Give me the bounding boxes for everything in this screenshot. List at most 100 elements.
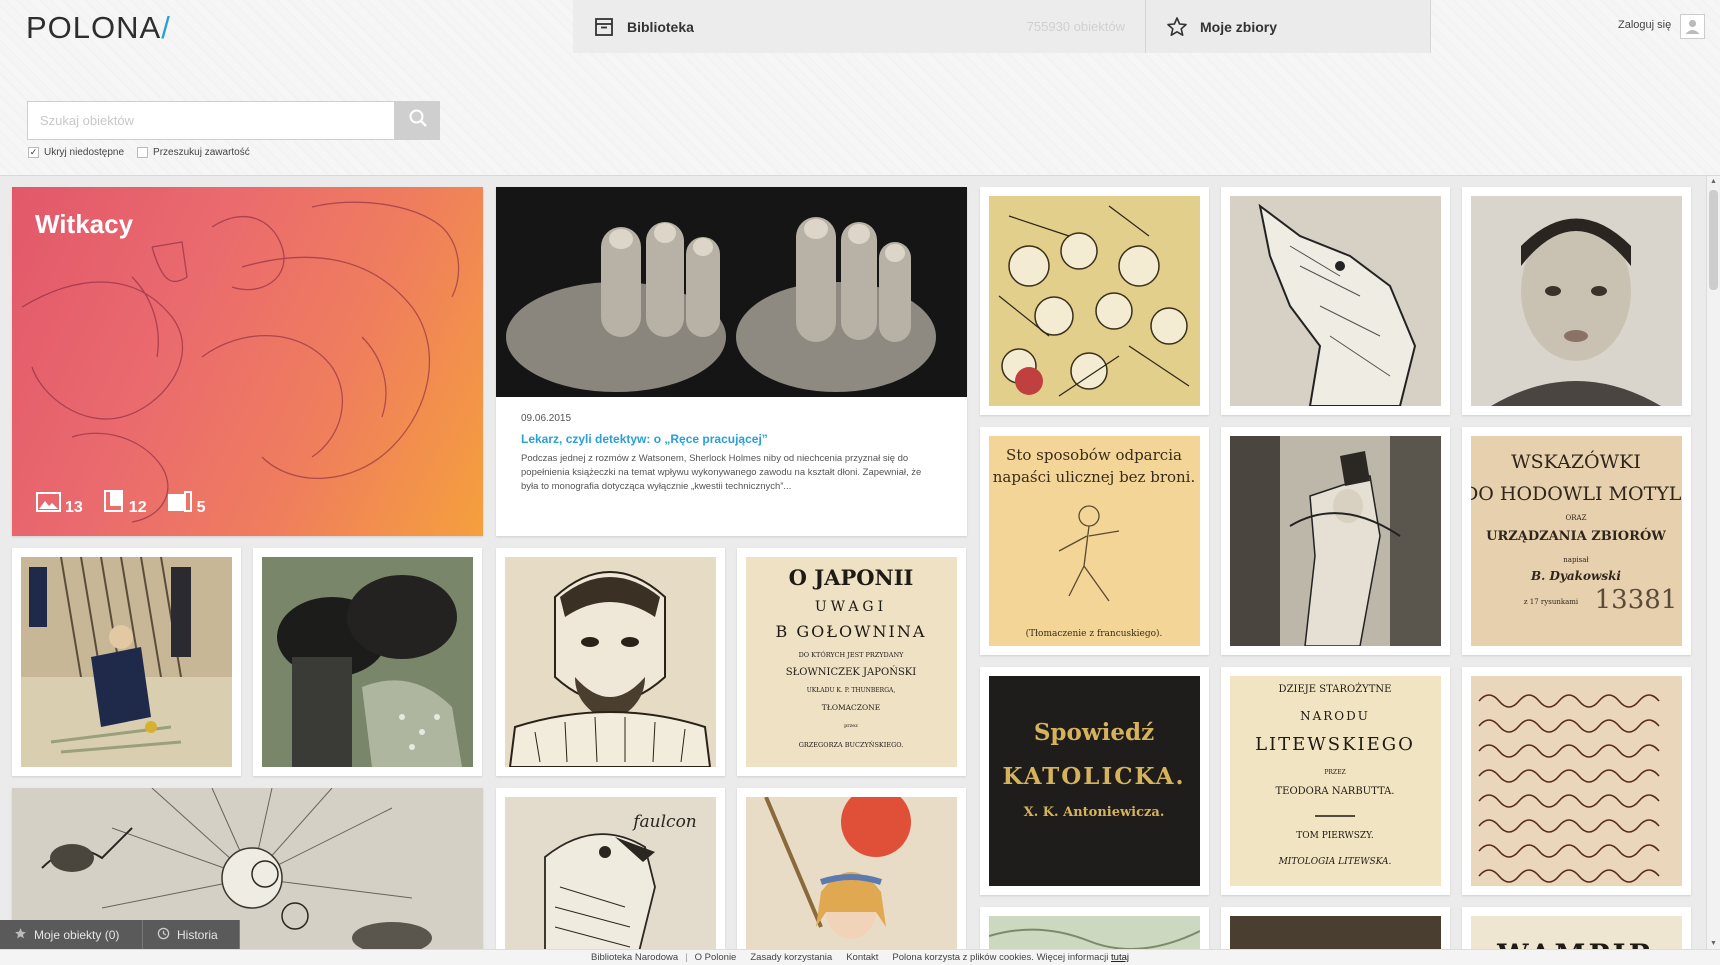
thumb-text: Spowiedź bbox=[1034, 719, 1154, 746]
thumb-text: DZIEJE STAROŻYTNE bbox=[1279, 683, 1392, 695]
book-icon bbox=[103, 490, 125, 517]
thumb-text: TOM PIERWSZY. bbox=[1296, 831, 1374, 841]
documents-icon bbox=[167, 491, 193, 517]
history-button[interactable]: Historia bbox=[143, 920, 240, 949]
grid-scrollbar[interactable]: ▲ ▼ bbox=[1706, 176, 1720, 949]
content-grid: Witkacy 13 12 5 09.06.2015 Lekarz, czyli… bbox=[0, 176, 1706, 949]
hide-unavailable-option[interactable]: ✓ Ukryj niedostępne bbox=[28, 147, 124, 158]
tab-biblioteka[interactable]: Biblioteka 755930 obiektów bbox=[573, 0, 1146, 53]
thumb-image bbox=[505, 557, 716, 767]
history-label: Historia bbox=[177, 927, 218, 942]
collection-card-witkacy[interactable]: Witkacy 13 12 5 bbox=[12, 187, 483, 536]
tab-moje-zbiory-label: Moje zbiory bbox=[1200, 18, 1278, 35]
thumbnail-boy-portrait[interactable] bbox=[1462, 187, 1691, 415]
search-input[interactable] bbox=[28, 102, 394, 139]
article-excerpt: Podczas jednej z rozmów z Watsonem, Sher… bbox=[521, 453, 922, 492]
thumb-image: DZIEJE STAROŻYTNE NARODU LITEWSKIEGO PRZ… bbox=[1230, 676, 1441, 886]
thumbnail-poster-woman[interactable] bbox=[737, 788, 966, 949]
thumb-text: 13381 bbox=[1595, 585, 1678, 615]
polona-logo[interactable]: POLONA/ bbox=[26, 10, 171, 46]
thumb-image bbox=[989, 916, 1200, 949]
thumb-text: napisał bbox=[1563, 556, 1589, 564]
article-image-hands bbox=[496, 187, 967, 397]
thumb-text: LITEWSKIEGO bbox=[1255, 734, 1415, 755]
cookies-notice: Polona korzysta z plików cookies. Więcej… bbox=[892, 952, 1129, 963]
article-title[interactable]: Lekarz, czyli detektyw: o „Ręce pracując… bbox=[521, 432, 768, 446]
article-date: 09.06.2015 bbox=[521, 413, 572, 424]
hide-unavailable-checkbox[interactable]: ✓ bbox=[28, 147, 39, 158]
search-content-label: Przeszukuj zawartość bbox=[153, 147, 250, 158]
my-objects-button[interactable]: Moje obiekty (0) bbox=[0, 920, 143, 949]
thumb-text: faulcon bbox=[631, 812, 697, 832]
footer: Biblioteka Narodowa | O Polonie Zasady k… bbox=[0, 949, 1720, 965]
thumbnail-brown[interactable] bbox=[1221, 907, 1450, 949]
thumbnail-sto-sposobow[interactable]: Sto sposobów odparcia napaści ulicznej b… bbox=[980, 427, 1209, 655]
thumb-text: przez bbox=[844, 723, 858, 729]
tab-moje-zbiory[interactable]: Moje zbiory bbox=[1146, 0, 1431, 53]
thumb-image: Sto sposobów odparcia napaści ulicznej b… bbox=[989, 436, 1200, 646]
thumbnail-wampir[interactable]: WAMPIR bbox=[1462, 907, 1691, 949]
thumb-text: WSKAZÓWKI bbox=[1511, 450, 1641, 473]
thumbnail-skeletons[interactable] bbox=[980, 187, 1209, 415]
book-count: 12 bbox=[103, 490, 147, 517]
search-field[interactable] bbox=[27, 101, 395, 140]
footer-link-o-polonie[interactable]: O Polonie bbox=[688, 952, 744, 963]
thumb-text: TEODORA NARBUTTA. bbox=[1276, 786, 1395, 797]
star-icon bbox=[14, 927, 27, 943]
thumb-text: NARODU bbox=[1300, 709, 1370, 723]
scroll-down-icon[interactable]: ▼ bbox=[1710, 940, 1717, 947]
footer-link-zasady[interactable]: Zasady korzystania bbox=[743, 952, 839, 963]
tab-biblioteka-label: Biblioteka bbox=[627, 18, 694, 35]
history-icon bbox=[157, 927, 170, 943]
user-icon[interactable] bbox=[1680, 14, 1705, 39]
search-icon bbox=[408, 108, 428, 133]
thumb-text: SŁOWNICZEK JAPOŃSKI bbox=[786, 666, 916, 678]
thumb-text: ORAZ bbox=[1566, 514, 1587, 522]
login-link[interactable]: Zaloguj się bbox=[1618, 19, 1671, 31]
top-nav: Biblioteka 755930 obiektów Moje zbiory bbox=[573, 0, 1431, 53]
thumb-text: DO KTÓRYCH JEST PRZYDANY bbox=[799, 650, 905, 659]
thumb-text: Sto sposobów odparcia bbox=[1006, 446, 1182, 464]
header: POLONA/ Biblioteka 755930 obiektów Moje … bbox=[0, 0, 1720, 176]
thumb-image: WAMPIR bbox=[1471, 916, 1682, 949]
image-count: 13 bbox=[36, 490, 83, 517]
thumbnail-spowiedz[interactable]: Spowiedź KATOLICKA. X. K. Antoniewicza. bbox=[980, 667, 1209, 895]
thumbnail-soldiers[interactable] bbox=[12, 548, 241, 776]
thumb-image bbox=[1471, 676, 1682, 886]
thumbnail-hats[interactable] bbox=[253, 548, 482, 776]
article-card[interactable]: 09.06.2015 Lekarz, czyli detektyw: o „Rę… bbox=[496, 187, 967, 536]
thumbnail-ruff-portrait[interactable] bbox=[496, 548, 725, 776]
thumb-text: X. K. Antoniewicza. bbox=[1024, 805, 1165, 820]
thumb-image bbox=[989, 196, 1200, 406]
search-content-option[interactable]: Przeszukuj zawartość bbox=[137, 147, 250, 158]
thumb-text: PRZEZ bbox=[1324, 769, 1345, 776]
thumb-text: z 17 rysunkami bbox=[1524, 598, 1579, 606]
scroll-up-icon[interactable]: ▲ bbox=[1710, 178, 1717, 185]
library-icon bbox=[593, 16, 615, 38]
scroll-thumb[interactable] bbox=[1709, 190, 1718, 290]
star-icon bbox=[1166, 16, 1188, 38]
thumbnail-wskazowki[interactable]: WSKAZÓWKI DO HODOWLI MOTYLI ORAZ URZĄDZA… bbox=[1462, 427, 1691, 655]
thumbnail-faulcon[interactable]: faulcon bbox=[496, 788, 725, 949]
thumb-text: DO HODOWLI MOTYLI bbox=[1471, 483, 1682, 505]
thumb-text: URZĄDZANIA ZBIORÓW bbox=[1486, 527, 1666, 544]
thumbnail-horse[interactable] bbox=[1221, 187, 1450, 415]
thumbnail-map[interactable] bbox=[980, 907, 1209, 949]
thumb-text: MITOLOGIA LITEWSKA. bbox=[1278, 857, 1392, 867]
footer-link-kontakt[interactable]: Kontakt bbox=[839, 952, 885, 963]
thumb-image: faulcon bbox=[505, 797, 716, 949]
thumb-image bbox=[746, 797, 957, 949]
bottom-tabs: Moje obiekty (0) Historia bbox=[0, 920, 240, 949]
cookies-link[interactable]: tutaj bbox=[1111, 952, 1129, 963]
thumbnail-dzieje-litewskiego[interactable]: DZIEJE STAROŻYTNE NARODU LITEWSKIEGO PRZ… bbox=[1221, 667, 1450, 895]
hide-unavailable-label: Ukryj niedostępne bbox=[44, 147, 125, 158]
thumb-image: O JAPONII UWAGI B GOŁOWNINA DO KTÓRYCH J… bbox=[746, 557, 957, 767]
search-button[interactable] bbox=[395, 101, 440, 140]
thumbnail-engraving-couple[interactable] bbox=[1221, 427, 1450, 655]
thumb-image bbox=[1230, 916, 1441, 949]
thumbnail-manuscript[interactable] bbox=[1462, 667, 1691, 895]
footer-link-biblioteka[interactable]: Biblioteka Narodowa bbox=[584, 952, 685, 963]
thumb-image bbox=[1230, 196, 1441, 406]
search-content-checkbox[interactable] bbox=[137, 147, 149, 158]
thumbnail-o-japonii[interactable]: O JAPONII UWAGI B GOŁOWNINA DO KTÓRYCH J… bbox=[737, 548, 966, 776]
